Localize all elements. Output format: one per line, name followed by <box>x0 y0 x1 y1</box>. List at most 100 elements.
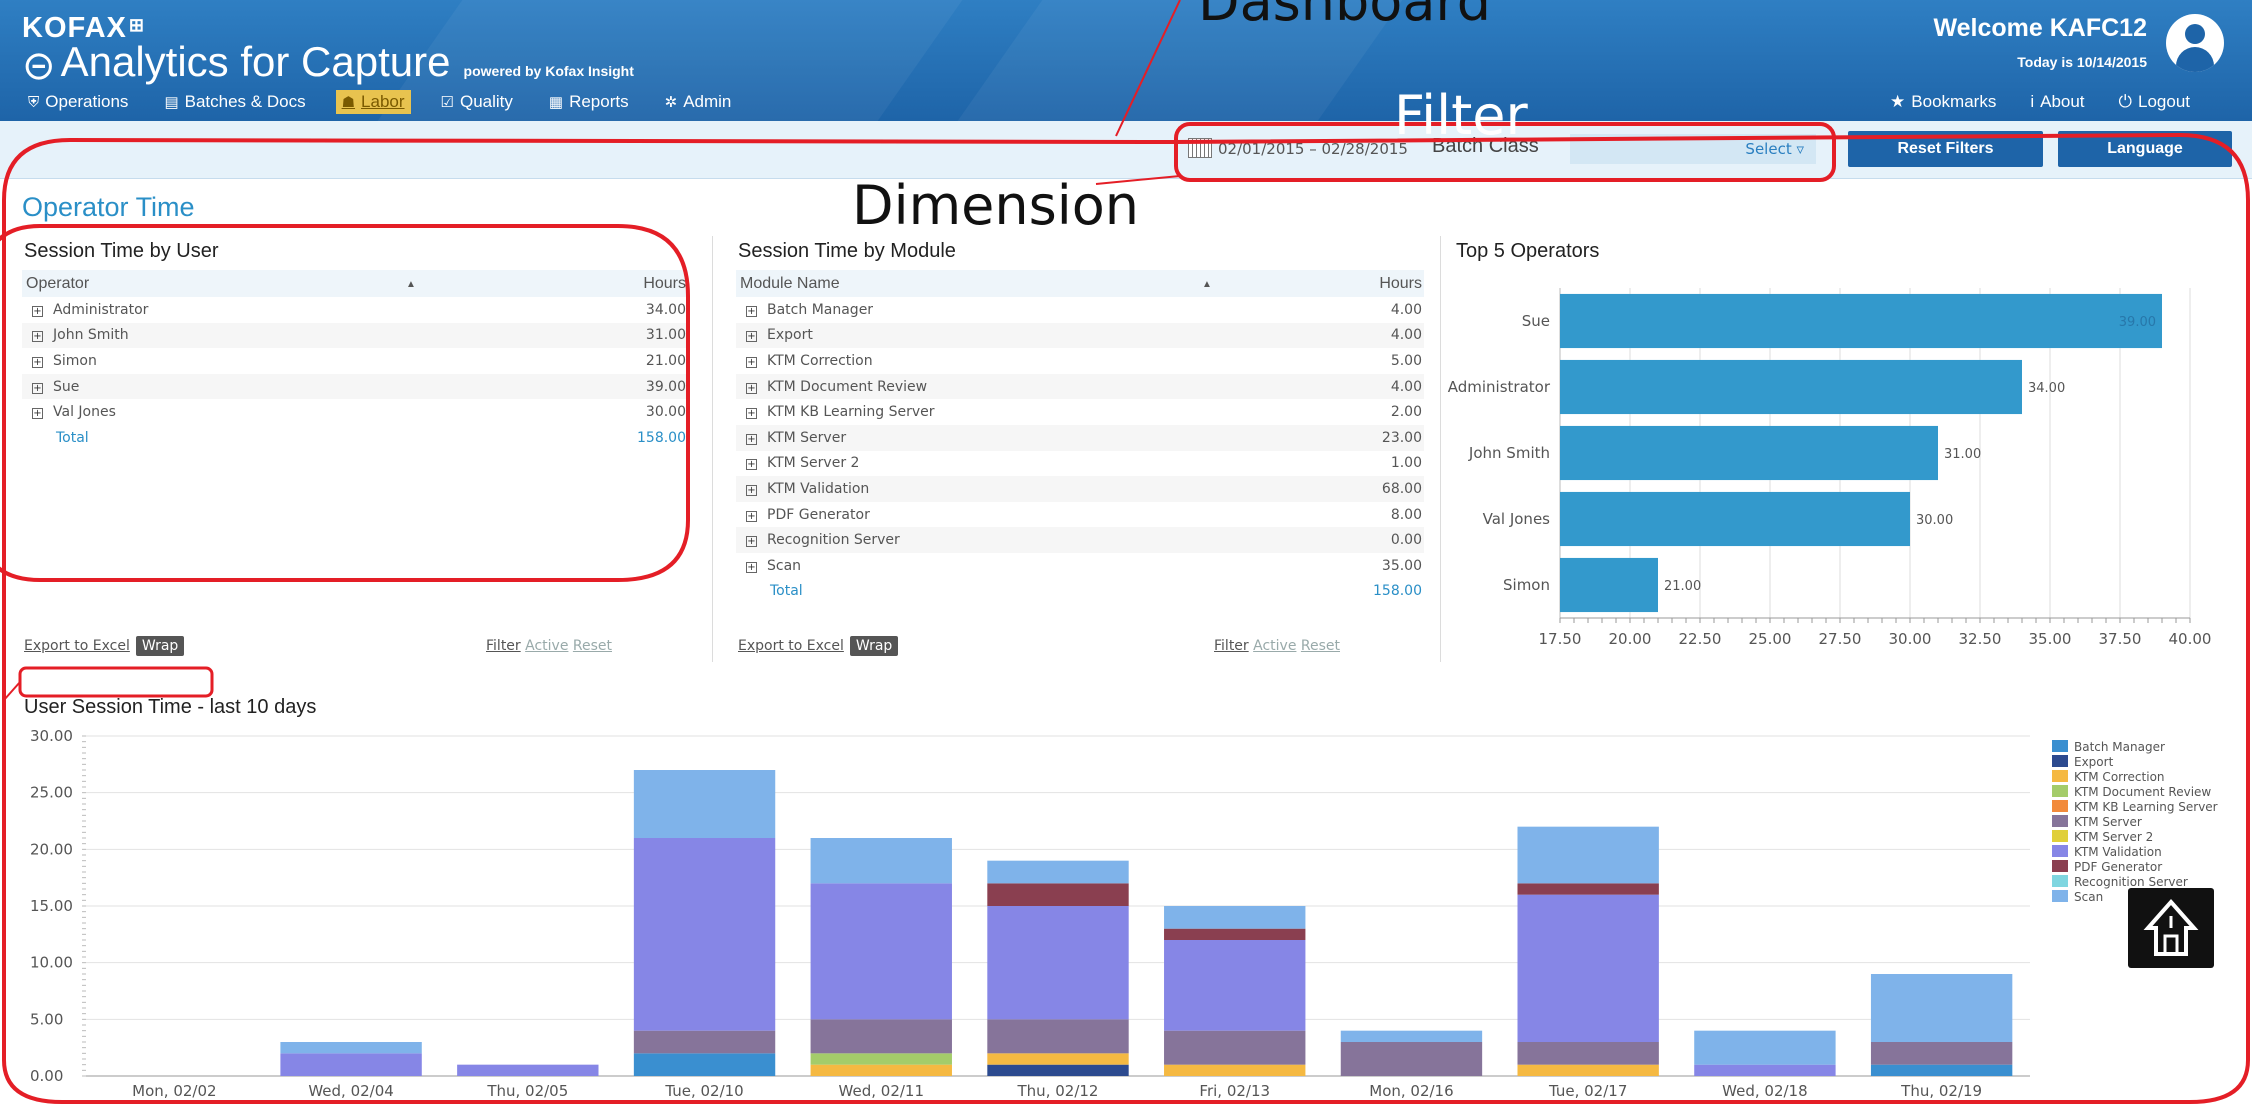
table-row[interactable]: + Sue 39.00 <box>22 373 688 400</box>
stack-segment <box>280 1053 422 1076</box>
logout-link[interactable]: ⏻ Logout <box>2119 92 2190 112</box>
table-row[interactable]: + Simon 21.00 <box>22 348 688 374</box>
stack-segment <box>810 1019 952 1054</box>
expand-icon[interactable]: + <box>746 510 757 522</box>
row-label: + KTM Document Review <box>746 378 928 395</box>
category-label: Val Jones <box>1483 510 1551 528</box>
nav-operations[interactable]: ⛨ Operations <box>22 90 134 114</box>
expand-icon[interactable]: + <box>32 408 43 420</box>
x-tick-label: Tue, 02/17 <box>1548 1082 1627 1100</box>
reset-link[interactable]: Reset <box>573 638 612 654</box>
expand-icon[interactable]: + <box>746 331 757 343</box>
row-label: + KTM Correction <box>746 352 873 369</box>
bar <box>1560 425 1938 481</box>
expand-icon[interactable]: + <box>32 331 43 343</box>
wrap-toggle[interactable]: Wrap <box>135 636 185 656</box>
avatar[interactable] <box>2166 14 2224 72</box>
expand-icon[interactable]: + <box>746 433 757 445</box>
table-row[interactable]: + KTM Document Review 4.00 <box>736 373 1424 400</box>
expand-icon[interactable]: + <box>32 382 43 394</box>
operator-column-header[interactable]: Operator ▲ <box>22 275 568 293</box>
expand-icon[interactable]: + <box>746 484 757 496</box>
x-tick-label: 30.00 <box>1889 630 1932 648</box>
table-row[interactable]: + KTM KB Learning Server 2.00 <box>736 399 1424 425</box>
row-hours: 4.00 <box>1390 301 1422 318</box>
wrap-toggle[interactable]: Wrap <box>849 636 899 656</box>
active-link[interactable]: Active <box>525 638 568 654</box>
table-row[interactable]: + Administrator 34.00 <box>22 297 688 323</box>
nav-labor[interactable]: ☗ Labor <box>335 90 411 114</box>
chart-icon: ⛨ <box>28 94 40 111</box>
home-icon <box>2143 898 2199 956</box>
session-by-module-footer: Export to Excel Wrap <box>738 636 899 656</box>
stack-segment <box>987 906 1129 1020</box>
nav-batches-docs[interactable]: ▤ Batches & Docs <box>158 90 311 114</box>
x-tick-label: 20.00 <box>1609 630 1652 648</box>
hours-column-header[interactable]: Hours <box>568 275 688 293</box>
hours-column-header[interactable]: Hours <box>1304 275 1424 293</box>
table-row[interactable]: + PDF Generator 8.00 <box>736 502 1424 528</box>
expand-icon[interactable]: + <box>746 408 757 420</box>
report-icon: ▦ <box>548 94 564 111</box>
filter-bar: 02/01/2015 – 02/28/2015 Batch Class Sele… <box>0 121 2252 179</box>
expand-icon[interactable]: + <box>746 305 757 317</box>
bar <box>1560 557 1658 613</box>
x-tick-label: 27.50 <box>1819 630 1862 648</box>
total-row: Total 158.00 <box>22 425 688 451</box>
power-icon: ⏻ <box>2118 92 2132 111</box>
expand-icon[interactable]: + <box>746 382 757 394</box>
table-row[interactable]: + Recognition Server 0.00 <box>736 527 1424 553</box>
legend-label: PDF Generator <box>2074 860 2162 874</box>
expand-icon[interactable]: + <box>32 356 43 368</box>
row-label: + Scan <box>746 557 802 574</box>
nav-quality[interactable]: ☑ Quality <box>435 90 519 114</box>
expand-icon[interactable]: + <box>32 305 43 317</box>
stack-segment <box>987 860 1129 884</box>
category-label: John Smith <box>1468 444 1550 462</box>
batch-class-select[interactable]: Select ▿ <box>1570 134 1816 164</box>
active-link[interactable]: Active <box>1253 638 1296 654</box>
legend-swatch <box>2052 875 2068 887</box>
table-row[interactable]: + KTM Server 23.00 <box>736 424 1424 451</box>
table-row[interactable]: + Batch Manager 4.00 <box>736 297 1424 323</box>
reset-filters-button[interactable]: Reset Filters <box>1848 131 2043 167</box>
home-button[interactable] <box>2128 888 2214 968</box>
about-link[interactable]: i About <box>2030 92 2084 112</box>
row-hours: 30.00 <box>645 404 686 421</box>
expand-icon[interactable]: + <box>746 561 757 573</box>
nav-reports[interactable]: ▦ Reports <box>543 90 635 114</box>
table-row[interactable]: + Scan 35.00 <box>736 553 1424 579</box>
filter-link[interactable]: Filter <box>486 638 521 654</box>
export-to-excel-link[interactable]: Export to Excel <box>738 638 844 654</box>
legend-swatch <box>2052 830 2068 842</box>
table-row[interactable]: + KTM Server 2 1.00 <box>736 451 1424 477</box>
expand-icon[interactable]: + <box>746 536 757 548</box>
panel-divider <box>712 236 713 662</box>
language-button[interactable]: Language <box>2058 131 2232 167</box>
stack-segment <box>810 1064 952 1076</box>
module-name-column-header[interactable]: Module Name ▲ <box>736 275 1304 293</box>
table-row[interactable]: + Val Jones 30.00 <box>22 399 688 425</box>
category-label: Simon <box>1503 576 1550 594</box>
expand-icon[interactable]: + <box>746 459 757 471</box>
total-hours: 158.00 <box>1373 583 1422 600</box>
table-row[interactable]: + KTM Validation 68.00 <box>736 476 1424 502</box>
bookmarks-link[interactable]: ★ Bookmarks <box>1890 92 1996 112</box>
expand-icon[interactable]: + <box>746 356 757 368</box>
nav-admin[interactable]: ✲ Admin <box>659 90 738 114</box>
table-row[interactable]: + Export 4.00 <box>736 322 1424 349</box>
table-row[interactable]: + John Smith 31.00 <box>22 322 688 349</box>
x-tick-label: 25.00 <box>1749 630 1792 648</box>
reset-link[interactable]: Reset <box>1301 638 1340 654</box>
export-to-excel-link[interactable]: Export to Excel <box>24 638 130 654</box>
people-icon: ☗ <box>341 94 356 111</box>
stack-segment <box>1340 1042 1483 1076</box>
x-tick-label: Fri, 02/13 <box>1199 1082 1270 1100</box>
table-row[interactable]: + KTM Correction 5.00 <box>736 348 1424 374</box>
session-by-module-grid: Module Name ▲ Hours + Batch Manager 4.00 + Ex… <box>736 270 1424 604</box>
stack-segment <box>1517 1042 1659 1065</box>
session-by-user-filter: Filter Active Reset <box>486 638 612 654</box>
legend-label: Export <box>2074 755 2114 769</box>
date-range-picker[interactable]: 02/01/2015 – 02/28/2015 <box>1188 138 1408 158</box>
filter-link[interactable]: Filter <box>1214 638 1249 654</box>
